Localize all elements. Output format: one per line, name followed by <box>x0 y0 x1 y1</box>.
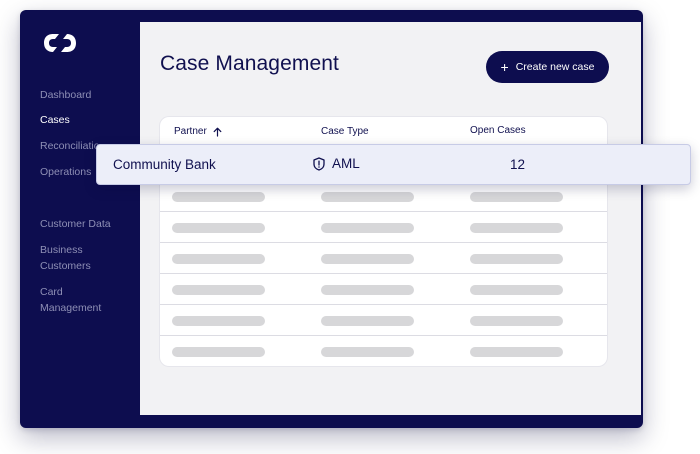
table-row[interactable] <box>160 273 607 305</box>
skeleton-bar <box>470 316 563 326</box>
skeleton-bar <box>172 254 265 264</box>
skeleton-bar <box>172 192 265 202</box>
table-row[interactable] <box>160 242 607 274</box>
sidebar-item-reconciliation[interactable]: Reconciliation <box>40 138 98 154</box>
open-cases-cell: 12 <box>510 157 526 172</box>
column-label-case-type: Case Type <box>321 126 369 137</box>
sidebar-item-customer-data[interactable]: Customer Data <box>40 216 136 232</box>
skeleton-bar <box>321 285 414 295</box>
column-label-partner: Partner <box>174 126 207 137</box>
skeleton-bar <box>321 316 414 326</box>
skeleton-bar <box>321 347 414 357</box>
column-header-partner[interactable]: Partner <box>174 126 222 137</box>
skeleton-bar <box>172 223 265 233</box>
sidebar-item-dashboard[interactable]: Dashboard <box>40 87 136 103</box>
arrow-up-icon <box>213 127 222 137</box>
skeleton-bar <box>321 192 414 202</box>
skeleton-bar <box>470 192 563 202</box>
skeleton-bar <box>470 347 563 357</box>
highlighted-table-row[interactable]: Community Bank AML 12 <box>96 144 691 185</box>
case-type-label: AML <box>332 156 360 171</box>
skeleton-bar <box>321 223 414 233</box>
sidebar-item-card-management[interactable]: Card Management <box>40 284 110 316</box>
skeleton-bar <box>470 223 563 233</box>
skeleton-bar <box>321 254 414 264</box>
table-row[interactable] <box>160 211 607 243</box>
skeleton-bar <box>172 316 265 326</box>
skeleton-bar <box>470 285 563 295</box>
skeleton-bar <box>172 285 265 295</box>
chain-link-icon[interactable] <box>40 31 80 55</box>
sidebar-item-business-customers[interactable]: Business Customers <box>40 242 100 274</box>
table-row[interactable] <box>160 335 607 366</box>
column-header-case-type[interactable]: Case Type <box>321 126 369 137</box>
table-row[interactable] <box>160 304 607 336</box>
partner-cell: Community Bank <box>113 157 216 172</box>
sidebar-item-cases[interactable]: Cases <box>40 112 136 128</box>
column-header-open-cases[interactable]: Open Cases <box>470 125 526 136</box>
create-new-case-button[interactable]: + Create new case <box>486 51 609 83</box>
shield-icon <box>313 156 325 171</box>
plus-icon: + <box>500 59 509 75</box>
case-type-cell: AML <box>313 156 360 171</box>
page-title: Case Management <box>160 52 339 75</box>
skeleton-bar <box>470 254 563 264</box>
skeleton-bar <box>172 347 265 357</box>
create-button-label: Create new case <box>515 61 595 73</box>
column-label-open-cases: Open Cases <box>470 125 526 136</box>
